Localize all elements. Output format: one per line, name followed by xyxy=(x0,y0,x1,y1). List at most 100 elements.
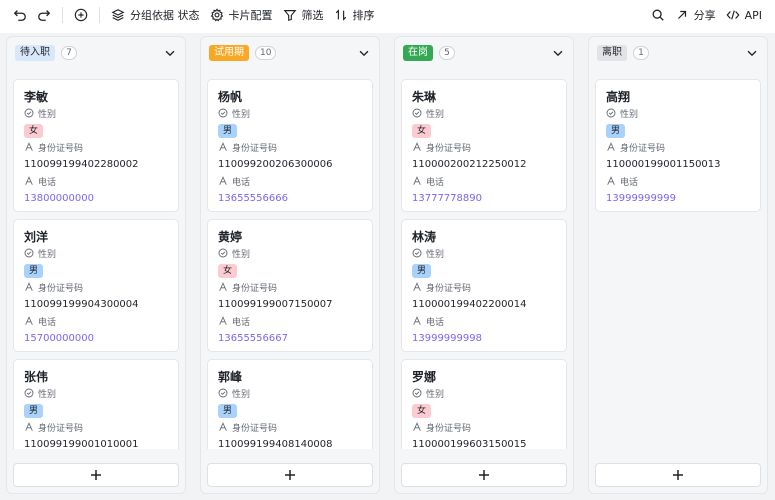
id-number: 110000199603150015 xyxy=(412,439,527,449)
add-card-button[interactable] xyxy=(401,463,567,487)
record-card[interactable]: 黄婷 性别女身份证号码 110099199007150007 电话 1365555666… xyxy=(207,219,373,352)
api-button[interactable]: API xyxy=(721,3,767,27)
phone-link[interactable]: 13777778890 xyxy=(412,192,556,206)
chevron-down-icon[interactable] xyxy=(745,46,759,60)
phone-link[interactable]: 13655556667 xyxy=(218,332,362,346)
card-config-button[interactable]: 卡片配置 xyxy=(205,3,278,27)
layers-icon xyxy=(111,8,125,22)
share-button[interactable]: 分享 xyxy=(670,3,721,27)
text-field-icon xyxy=(218,176,228,191)
single-select-icon xyxy=(218,108,228,123)
gender-tag: 女 xyxy=(412,404,432,418)
add-card-button[interactable] xyxy=(595,463,761,487)
share-arrow-icon xyxy=(675,8,689,22)
card-list: 李敏 性别女身份证号码 110099199402280002 电话 1380000000… xyxy=(13,79,179,449)
toolbar-divider xyxy=(62,7,63,23)
plus-circle-icon xyxy=(74,8,88,22)
phone-field-label: 电话 xyxy=(412,316,556,330)
filter-button[interactable]: 筛选 xyxy=(278,3,329,27)
add-record-button[interactable] xyxy=(69,3,93,27)
chevron-down-icon[interactable] xyxy=(357,46,371,60)
text-field-icon xyxy=(218,316,228,331)
gender-tag: 女 xyxy=(24,124,44,138)
status-tag: 待入职 xyxy=(15,45,55,61)
gender-field-label: 性别 xyxy=(218,108,362,123)
text-field-icon xyxy=(24,176,34,191)
toolbar: 分组依据 状态 卡片配置 筛选 排序 分享 API xyxy=(0,0,775,30)
text-field-icon xyxy=(218,142,228,157)
single-select-icon xyxy=(218,248,228,263)
id-field-label: 身份证号码 xyxy=(412,282,556,297)
card-name: 高翔 xyxy=(606,90,631,104)
card-name: 李敏 xyxy=(24,90,49,104)
plus-icon xyxy=(91,470,101,480)
id-field-label: 身份证号码 xyxy=(24,142,168,156)
gender-tag: 男 xyxy=(606,124,626,138)
phone-field-label: 电话 xyxy=(218,176,362,191)
add-card-button[interactable] xyxy=(13,463,179,487)
gear-icon xyxy=(210,8,224,22)
phone-link[interactable]: 15700000000 xyxy=(24,332,168,346)
plus-icon xyxy=(479,470,489,480)
record-card[interactable]: 郭峰性别男身份证号码110099199408140008电话 xyxy=(207,359,373,449)
column-header: 在岗 5 xyxy=(395,37,573,69)
chevron-down-icon[interactable] xyxy=(163,46,177,60)
phone-link[interactable]: 13800000000 xyxy=(24,192,168,206)
code-icon xyxy=(726,8,740,22)
search-button[interactable] xyxy=(646,3,670,27)
phone-link[interactable]: 13655556666 xyxy=(218,192,362,206)
card-name: 杨帆 xyxy=(218,90,243,104)
undo-button[interactable] xyxy=(8,3,32,27)
id-number: 110000199001150013 xyxy=(606,159,721,170)
text-field-icon xyxy=(24,282,34,297)
single-select-icon xyxy=(218,388,228,403)
record-card[interactable]: 张伟性别男身份证号码110099199001010001电话 xyxy=(13,359,179,449)
single-select-icon xyxy=(606,108,616,123)
chevron-down-icon[interactable] xyxy=(551,46,565,60)
gender-tag: 男 xyxy=(218,124,238,138)
id-number: 110099199001010001 xyxy=(24,439,139,449)
gender-tag: 男 xyxy=(218,404,238,418)
phone-link[interactable]: 13999999999 xyxy=(606,192,750,206)
single-select-icon xyxy=(24,248,34,263)
gender-field-label: 性别 xyxy=(412,388,556,403)
phone-field-label: 电话 xyxy=(412,176,556,190)
card-list: 杨帆 性别男身份证号码 110099200206300006 电话 1365555666… xyxy=(207,79,373,449)
phone-field-label: 电话 xyxy=(606,176,750,190)
record-card[interactable]: 刘洋 性别男身份证号码 110099199904300004 电话 1570000000… xyxy=(13,219,179,352)
id-field-label: 身份证号码 xyxy=(218,282,362,296)
record-card[interactable]: 林涛 性别男身份证号码 110000199402200014 电话 1399999999… xyxy=(401,219,567,352)
phone-link[interactable]: 13999999998 xyxy=(412,332,556,346)
text-field-icon xyxy=(218,422,228,437)
gender-tag: 女 xyxy=(218,264,238,278)
share-label: 分享 xyxy=(693,9,716,22)
card-name: 黄婷 xyxy=(218,230,243,244)
gender-tag: 男 xyxy=(412,264,432,278)
column-left: 离职 1 高翔 性别男身份证号码 110000199001150013 电话 13999… xyxy=(588,36,768,494)
record-card[interactable]: 罗娜性别女身份证号码110000199603150015电话 xyxy=(401,359,567,449)
gender-tag: 男 xyxy=(24,264,44,278)
record-card[interactable]: 高翔 性别男身份证号码 110000199001150013 电话 1399999999… xyxy=(595,79,761,212)
gender-field-label: 性别 xyxy=(412,248,556,262)
single-select-icon xyxy=(24,388,34,403)
column-header: 待入职 7 xyxy=(7,37,185,69)
record-card[interactable]: 杨帆 性别男身份证号码 110099200206300006 电话 1365555666… xyxy=(207,79,373,212)
add-card-button[interactable] xyxy=(207,463,373,487)
text-field-icon xyxy=(412,282,422,297)
single-select-icon xyxy=(24,108,34,123)
count-badge: 5 xyxy=(439,46,455,60)
id-field-label: 身份证号码 xyxy=(24,422,168,436)
phone-field-label: 电话 xyxy=(24,176,168,191)
id-field-label: 身份证号码 xyxy=(412,422,556,436)
sort-button[interactable]: 排序 xyxy=(329,3,380,27)
plus-icon xyxy=(673,470,683,480)
id-field-label: 身份证号码 xyxy=(606,142,750,156)
record-card[interactable]: 李敏 性别女身份证号码 110099199402280002 电话 1380000000… xyxy=(13,79,179,212)
single-select-icon xyxy=(412,108,422,123)
record-card[interactable]: 朱琳 性别女身份证号码 110000200212250012 电话 1377777889… xyxy=(401,79,567,212)
redo-button[interactable] xyxy=(32,3,56,27)
group-by-button[interactable]: 分组依据 状态 xyxy=(106,3,205,27)
filter-label: 筛选 xyxy=(301,9,324,22)
filter-icon xyxy=(283,8,297,22)
single-select-icon xyxy=(412,388,422,403)
